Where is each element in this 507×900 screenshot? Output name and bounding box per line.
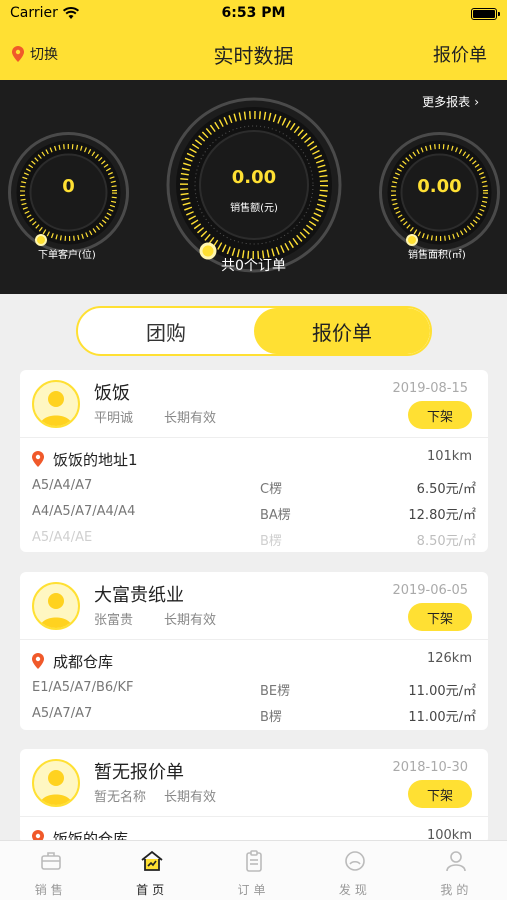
validity-label: 长期有效 [164, 411, 217, 426]
tab-sales[interactable]: 销售 [0, 841, 101, 900]
location-switch-button[interactable]: 切换 [12, 44, 58, 64]
quote-date: 2018-10-30 [392, 760, 468, 775]
contact-name: 张富贵 [94, 613, 134, 628]
area-value: 0.00 [417, 176, 462, 197]
page-title: 实时数据 [213, 44, 294, 68]
dashboard-panel: 更多报表 › 0 下单客户(位) 0.00 销售额(元) 0.00 销售面积(㎡… [0, 80, 507, 294]
price-row: A5/A4/A7 C楞 6.50元/㎡ [20, 474, 488, 500]
battery-icon [471, 8, 500, 20]
order-count-label: 共0个订单 [221, 258, 286, 274]
clipboard-icon [245, 850, 262, 872]
warehouse-address: 饭饭的地址1 [53, 451, 138, 469]
flute-grade: C楞 [260, 482, 283, 497]
customers-value: 0 [62, 176, 75, 197]
unit-price: 11.00元/㎡ [408, 684, 476, 699]
tab-mine-label: 我的 [440, 883, 473, 897]
segment-control: 团购 报价单 [76, 306, 432, 356]
avatar-icon [32, 582, 80, 630]
tab-bar: 销售 首页 订单 发现 我的 [0, 840, 507, 900]
price-row: E1/A5/A7/B6/KF BE楞 11.00元/㎡ [20, 676, 488, 702]
warehouse-address: 成都仓库 [53, 653, 114, 671]
status-bar: Carrier 6:53 PM [0, 0, 507, 28]
tab-orders[interactable]: 订单 [203, 841, 304, 900]
customers-gauge: 0 [6, 130, 131, 255]
unit-price: 11.00元/㎡ [408, 710, 476, 725]
quote-card[interactable]: 饭饭 平明诚 长期有效 2019-08-15 下架 饭饭的地址1 101km A… [20, 370, 488, 552]
distance-label: 126km [426, 651, 472, 666]
person-icon [446, 851, 467, 872]
flute-grade: BE楞 [260, 684, 291, 699]
price-row: A4/A5/A7/A4/A4 BA楞 12.80元/㎡ [20, 500, 488, 526]
paper-spec: A5/A7/A7 [32, 706, 93, 721]
avatar-icon [32, 759, 80, 807]
delist-button[interactable]: 下架 [408, 780, 472, 808]
tab-orders-label: 订单 [237, 883, 270, 897]
delist-button[interactable]: 下架 [408, 603, 472, 631]
tab-discover-label: 发现 [338, 883, 371, 897]
area-gauge: 0.00 [377, 130, 502, 255]
more-reports-link[interactable]: 更多报表 › [422, 93, 479, 110]
quote-card[interactable]: 大富贵纸业 张富贵 长期有效 2019-06-05 下架 成都仓库 126km … [20, 572, 488, 730]
sales-label: 销售额(元) [230, 203, 278, 214]
chevron-right-icon: › [474, 95, 479, 109]
avatar-icon [32, 380, 80, 428]
more-reports-label: 更多报表 [422, 95, 471, 109]
flute-grade: B楞 [260, 534, 282, 549]
location-switch-label: 切换 [30, 47, 58, 63]
flute-grade: BA楞 [260, 508, 291, 523]
merchant-name: 饭饭 [94, 383, 130, 404]
quote-card[interactable]: 暂无报价单 暂无名称 长期有效 2018-10-30 下架 饭饭的仓库 100k… [20, 749, 488, 844]
paper-spec: E1/A5/A7/B6/KF [32, 680, 134, 695]
location-pin-icon [32, 451, 44, 467]
paper-spec: A5/A4/AE [32, 530, 93, 545]
paper-spec: A4/A5/A7/A4/A4 [32, 504, 136, 519]
validity-label: 长期有效 [164, 790, 217, 805]
flute-grade: B楞 [260, 710, 282, 725]
tab-mine[interactable]: 我的 [406, 841, 507, 900]
briefcase-icon [40, 852, 61, 870]
merchant-name: 暂无报价单 [94, 762, 184, 783]
sales-value: 0.00 [231, 167, 277, 188]
delist-button[interactable]: 下架 [408, 401, 472, 429]
contact-name: 暂无名称 [94, 790, 147, 805]
location-pin-icon [12, 46, 24, 62]
compass-icon [345, 851, 365, 871]
tab-home[interactable]: 首页 [101, 841, 202, 900]
unit-price: 12.80元/㎡ [408, 508, 476, 523]
merchant-name: 大富贵纸业 [94, 585, 184, 606]
tab-home-label: 首页 [136, 883, 169, 897]
contact-name: 平明诚 [94, 411, 134, 426]
segment-group-buy[interactable]: 团购 [78, 308, 254, 354]
quote-date: 2019-06-05 [392, 583, 468, 598]
nav-bar: 切换 实时数据 报价单 [0, 28, 507, 80]
sales-gauge: 0.00 销售额(元) [164, 95, 344, 275]
unit-price: 6.50元/㎡ [416, 482, 476, 497]
tab-discover[interactable]: 发现 [304, 841, 405, 900]
price-row: A5/A7/A7 B楞 11.00元/㎡ [20, 702, 488, 728]
quote-nav-button[interactable]: 报价单 [433, 41, 487, 67]
validity-label: 长期有效 [164, 613, 217, 628]
segment-quote[interactable]: 报价单 [254, 308, 430, 354]
price-row: A5/A4/AE B楞 8.50元/㎡ [20, 526, 488, 552]
tab-sales-label: 销售 [34, 883, 67, 897]
paper-spec: A5/A4/A7 [32, 478, 93, 493]
location-pin-icon [32, 653, 44, 669]
distance-label: 101km [426, 449, 472, 464]
clock: 6:53 PM [221, 5, 286, 21]
unit-price: 8.50元/㎡ [416, 534, 476, 549]
home-icon [141, 850, 163, 871]
quote-date: 2019-08-15 [392, 381, 468, 396]
